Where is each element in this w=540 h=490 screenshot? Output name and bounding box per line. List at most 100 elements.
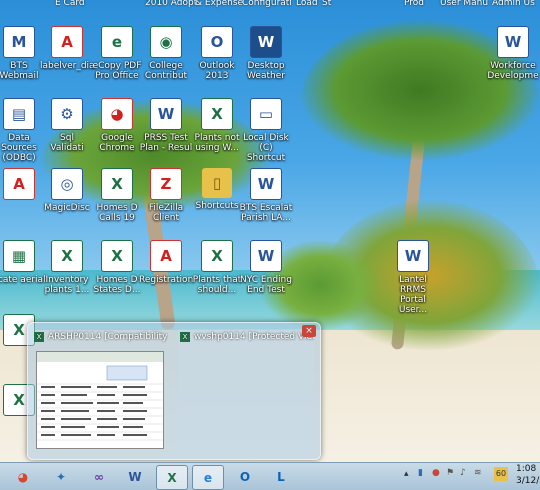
desktop-icon-shortcuts[interactable]: ▯ Shortcuts bbox=[190, 168, 244, 211]
desktop-icon-chrome[interactable]: ◕ Google Chrome bbox=[90, 98, 144, 153]
pdf-icon: A bbox=[150, 240, 182, 272]
taskbar-excel-button[interactable]: X bbox=[156, 465, 188, 490]
battery-indicator[interactable]: 60 bbox=[494, 467, 508, 481]
icon-label: Workforce Developme bbox=[487, 61, 539, 81]
antivirus-icon[interactable]: ● bbox=[432, 468, 440, 478]
desktop-icon-prss[interactable]: W PRSS Test Plan - Resul bbox=[139, 98, 193, 153]
desktop-icon-plants[interactable]: X Plants not using W... bbox=[190, 98, 244, 153]
desktop-label[interactable]: 2010 Adopt bbox=[145, 0, 197, 8]
weather-channel-icon: W bbox=[250, 26, 282, 58]
desktop-icon-college[interactable]: ◉ College Contribut bbox=[139, 26, 193, 81]
desktop-icon-filezilla[interactable]: Z FileZilla Client bbox=[139, 168, 193, 223]
speaker-icon[interactable]: ♪ bbox=[460, 468, 466, 478]
taskbar-word-button[interactable]: W bbox=[120, 465, 150, 488]
thumbnail-window-arshp[interactable]: X ARSHP0114 [Compatibility Mo... bbox=[32, 329, 168, 453]
thumbnail-title: ARSHP0114 [Compatibility Mo... bbox=[48, 332, 168, 342]
desktop-label[interactable]: Load bbox=[296, 0, 318, 8]
excel-icon: X bbox=[51, 240, 83, 272]
desktop-icon-labelver[interactable]: Alabelver_dia bbox=[40, 26, 95, 71]
desktop-icon-workforce[interactable]: W Workforce Developme bbox=[486, 26, 540, 81]
desktop-icon-registration[interactable]: A Registration bbox=[139, 240, 193, 285]
desktop-icon-outlook[interactable]: O Outlook 2013 bbox=[190, 26, 244, 81]
spreadsheet-preview-graphic bbox=[37, 352, 163, 441]
desktop-icon-bts-escalation[interactable]: W BTS Escalat Parish LA... bbox=[239, 168, 293, 223]
icon-label: Shortcuts bbox=[195, 201, 239, 211]
excel-icon: X bbox=[201, 240, 233, 272]
icon-label: BTS Escalat Parish LA... bbox=[239, 203, 293, 223]
desktop-icon-sql-validation[interactable]: ⚙ Sql Validati bbox=[40, 98, 94, 153]
thumbnail-title: wvshp0114 [Protected View]... bbox=[194, 332, 314, 342]
disc-icon: ◎ bbox=[51, 168, 83, 200]
taskbar-network-button[interactable]: ✦ bbox=[46, 465, 76, 488]
excel-icon: X bbox=[101, 168, 133, 200]
word-icon: W bbox=[250, 240, 282, 272]
pdf-icon: A bbox=[51, 26, 83, 58]
desktop-label[interactable]: & Expense bbox=[195, 0, 243, 8]
icon-label: College Contribut bbox=[144, 61, 188, 81]
taskbar-chrome-button[interactable]: ◕ bbox=[8, 465, 38, 488]
desktop-label[interactable]: User Manu bbox=[440, 0, 488, 8]
database-icon: ▤ bbox=[3, 98, 35, 130]
desktop-icon-inventory[interactable]: X Inventory plants 1... bbox=[40, 240, 94, 295]
taskbar-internet-explorer-button[interactable]: e bbox=[192, 465, 224, 490]
word-icon: W bbox=[497, 26, 529, 58]
icon-label: Homes D States D... bbox=[93, 275, 141, 295]
close-button[interactable]: × bbox=[302, 325, 316, 337]
spreadsheet-preview bbox=[36, 351, 164, 449]
excel-icon: X bbox=[180, 332, 190, 342]
icon-label: Registration bbox=[139, 275, 194, 285]
icon-label: MagicDisc bbox=[44, 203, 90, 213]
desktop-icon-local-disk[interactable]: ▭ Local Disk (C) Shortcut bbox=[239, 98, 293, 163]
internet-explorer-icon: e bbox=[203, 470, 213, 485]
college-icon: ◉ bbox=[150, 26, 182, 58]
excel-icon: X bbox=[201, 98, 233, 130]
outlook-icon: O bbox=[239, 469, 251, 484]
icon-label: Inventory plants 1... bbox=[44, 275, 90, 295]
desktop-icon-weather[interactable]: W Desktop Weather bbox=[239, 26, 293, 81]
icon-label: Outlook 2013 bbox=[199, 61, 235, 81]
image-icon: ▦ bbox=[3, 240, 35, 272]
wifi-icon[interactable]: ≋ bbox=[474, 468, 482, 478]
thumbnail-window-wvshp[interactable]: Xwvshp0114 [Protected View]... bbox=[178, 329, 314, 453]
word-icon: W bbox=[150, 98, 182, 130]
taskbar-visual-studio-button[interactable]: ∞ bbox=[84, 465, 114, 488]
desktop-label[interactable]: Configurati bbox=[242, 0, 292, 8]
icon-label: Homes D Calls 19 bbox=[96, 203, 138, 223]
desktop-label[interactable]: Prod bbox=[404, 0, 424, 8]
desktop-icon-homes-states[interactable]: X Homes D States D... bbox=[90, 240, 144, 295]
icon-label: eCopy PDF Pro Office bbox=[92, 61, 142, 81]
desktop-icon-homes-calls[interactable]: X Homes D Calls 19 bbox=[90, 168, 144, 223]
folder-icon: ▯ bbox=[202, 168, 232, 198]
sql-icon: ⚙ bbox=[51, 98, 83, 130]
desktop-icon-magicdisc[interactable]: ◎ MagicDisc bbox=[40, 168, 94, 213]
icon-label: PRSS Test Plan - Resul bbox=[139, 133, 193, 153]
desktop-icon-lantel[interactable]: W Lantel RRMS Portal User... bbox=[386, 240, 440, 315]
icon-label: Plants that should... bbox=[192, 275, 242, 295]
chrome-icon: ◕ bbox=[101, 98, 133, 130]
desktop-icon-plants-should[interactable]: X Plants that should... bbox=[190, 240, 244, 295]
taskbar-outlook-button[interactable]: O bbox=[230, 465, 260, 488]
taskbar-lync-button[interactable]: L bbox=[266, 465, 296, 488]
excel-icon: X bbox=[101, 240, 133, 272]
network-status-icon[interactable]: ▮ bbox=[418, 468, 423, 478]
desktop-label[interactable]: Admin Us bbox=[492, 0, 535, 8]
chrome-icon: ◕ bbox=[17, 469, 29, 484]
desktop-icon-nyc[interactable]: W NYC Ending End Test bbox=[239, 240, 293, 295]
icon-label: NYC Ending End Test bbox=[240, 275, 292, 295]
word-icon: W bbox=[250, 168, 282, 200]
taskbar-thumbnail-preview: X ARSHP0114 [Compatibility Mo... bbox=[27, 322, 321, 460]
clock-date[interactable]: 3/12/2 bbox=[516, 476, 540, 486]
visual-studio-icon: ∞ bbox=[94, 469, 104, 484]
excel-icon: X bbox=[34, 332, 44, 342]
filezilla-icon: Z bbox=[150, 168, 182, 200]
flag-icon[interactable]: ⚑ bbox=[446, 468, 454, 478]
clock-time[interactable]: 1:08 bbox=[516, 464, 536, 474]
network-icon: ✦ bbox=[55, 469, 67, 484]
mail-icon: M bbox=[3, 26, 35, 58]
desktop-label[interactable]: St bbox=[322, 0, 331, 8]
desktop-icon-ecopy[interactable]: e eCopy PDF Pro Office bbox=[90, 26, 144, 81]
disk-icon: ▭ bbox=[250, 98, 282, 130]
show-hidden-icons-chevron-icon[interactable]: ▴ bbox=[404, 469, 409, 479]
taskbar: ◕ ✦ ∞ W X e O L ▴ ▮ ● ⚑ ♪ ≋ 60 1:08 3/12… bbox=[0, 462, 540, 490]
desktop-label[interactable]: E Card bbox=[55, 0, 85, 8]
